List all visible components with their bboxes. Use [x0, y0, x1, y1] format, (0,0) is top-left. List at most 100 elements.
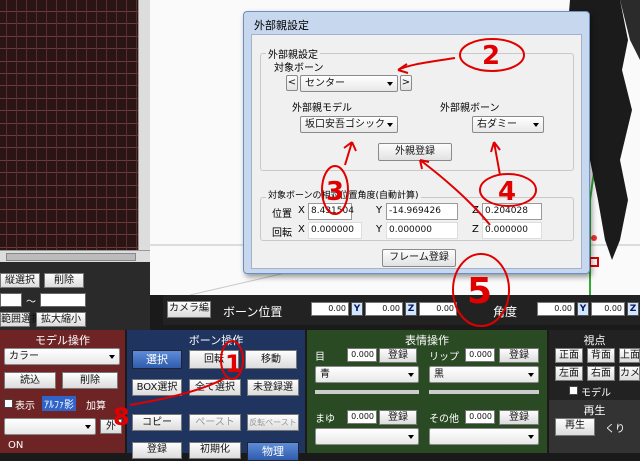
timeline-row[interactable]	[0, 112, 138, 124]
select-all-button[interactable]: 全て選択	[189, 379, 241, 396]
vertical-select-button[interactable]: 縦選択	[0, 273, 40, 288]
timeline-row[interactable]	[0, 12, 138, 25]
expand-shrink-button[interactable]: 拡大縮小	[36, 312, 86, 327]
pos-y-field[interactable]: -14.969426	[386, 203, 458, 220]
display-label: 表示	[15, 401, 35, 412]
parent-model-dropdown[interactable]: 坂口安吾ゴシック	[300, 116, 398, 133]
camera-view-button[interactable]: カメ	[619, 366, 640, 381]
timeline-row[interactable]	[0, 25, 138, 37]
eyebrow-value[interactable]: 0.000	[347, 410, 377, 424]
range-end-input[interactable]	[40, 293, 86, 307]
timeline-row[interactable]	[0, 74, 138, 87]
model-operation-panel: モデル操作 カラー 読込 削除 表示 ｱﾙﾌｧ影 加算 外 ON	[0, 330, 125, 453]
right-view-button[interactable]: 右面	[587, 366, 615, 381]
alpha-shadow-toggle[interactable]: ｱﾙﾌｧ影	[42, 396, 76, 411]
outer-parent-button[interactable]: 外	[100, 419, 122, 434]
timeline-row[interactable]	[0, 87, 138, 99]
dialog-titlebar[interactable]: 外部親設定	[244, 12, 589, 34]
register-outer-parent-button[interactable]: 外親登録	[378, 143, 452, 161]
lip-register-button[interactable]: 登録	[499, 348, 539, 363]
angle-x-value[interactable]: 0.00	[537, 302, 575, 316]
timeline-row[interactable]	[0, 149, 138, 161]
load-button[interactable]: 読込	[4, 372, 56, 389]
range-select-button[interactable]: 範囲選択	[0, 312, 41, 327]
copy-button[interactable]: コピー	[132, 414, 182, 431]
outer-parent-dropdown[interactable]	[4, 418, 96, 435]
box-select-button[interactable]: BOX選択	[132, 379, 182, 396]
next-bone-button[interactable]: >	[400, 75, 412, 91]
back-view-button[interactable]: 背面	[587, 348, 615, 363]
timeline-row[interactable]	[0, 37, 138, 50]
rot-x-field[interactable]: 0.000000	[308, 222, 362, 239]
range-start-input[interactable]	[0, 293, 22, 307]
model-delete-button[interactable]: 削除	[62, 372, 118, 389]
timeline-row[interactable]	[0, 62, 138, 74]
pos-z-value[interactable]: 0.00	[419, 302, 457, 316]
timeline-row[interactable]	[0, 0, 138, 12]
on-radio-label[interactable]: ON	[8, 440, 23, 451]
lip-slider[interactable]	[429, 390, 539, 394]
eyebrow-register-button[interactable]: 登録	[379, 410, 417, 425]
angle-y-value[interactable]: 0.00	[591, 302, 625, 316]
other-register-button[interactable]: 登録	[499, 410, 539, 425]
timeline-row[interactable]	[0, 186, 138, 198]
bone-register-button[interactable]: 登録	[132, 442, 182, 459]
move-button[interactable]: 移動	[245, 350, 297, 369]
display-checkbox[interactable]	[4, 399, 13, 408]
scroll-thumb[interactable]	[6, 253, 136, 261]
rot-y-field[interactable]: 0.000000	[386, 222, 458, 239]
angle-label: 角度	[493, 305, 518, 319]
paste-button[interactable]: ペースト	[189, 414, 241, 431]
rot-z-field[interactable]: 0.000000	[482, 222, 542, 239]
pos-z-field[interactable]: 0.204028	[482, 203, 542, 220]
chevron-down-icon	[528, 435, 534, 439]
timeline-row[interactable]	[0, 223, 138, 236]
pos-x-value[interactable]: 0.00	[311, 302, 349, 316]
rotate-button[interactable]: 回転	[189, 350, 239, 369]
timeline-row[interactable]	[0, 211, 138, 223]
left-view-button[interactable]: 左面	[555, 366, 583, 381]
eye-register-button[interactable]: 登録	[379, 348, 417, 363]
unregistered-select-button[interactable]: 未登録選	[247, 379, 299, 396]
facial-operation-panel: 表情操作 目 0.000 登録 リップ 0.000 登録 青 黒 まゆ 0.00…	[307, 330, 547, 453]
timeline-row[interactable]	[0, 124, 138, 136]
physics-button[interactable]: 物理	[247, 442, 299, 461]
camera-edit-tab[interactable]: カメラ編	[167, 301, 211, 318]
init-button[interactable]: 初期化	[189, 442, 241, 459]
repeat-label[interactable]: くり	[605, 420, 625, 435]
eye-slider[interactable]	[315, 390, 419, 394]
eye-morph-dropdown[interactable]: 青	[315, 366, 419, 383]
eye-value[interactable]: 0.000	[347, 348, 377, 362]
front-view-button[interactable]: 正面	[555, 348, 583, 363]
other-morph-dropdown[interactable]	[429, 428, 539, 445]
model-view-checkbox[interactable]	[569, 386, 578, 395]
lip-morph-dropdown[interactable]: 黒	[429, 366, 539, 383]
timeline-row[interactable]	[0, 198, 138, 211]
top-view-button[interactable]: 上面	[619, 348, 640, 363]
timeline-horizontal-scrollbar[interactable]	[0, 250, 150, 262]
pos-y-value[interactable]: 0.00	[365, 302, 403, 316]
reverse-paste-button[interactable]: 反転ペースト	[247, 414, 299, 431]
select-button[interactable]: 選択	[132, 350, 182, 369]
pos-x-field[interactable]: 8.431504	[308, 203, 354, 220]
timeline-grid[interactable]	[0, 0, 150, 262]
timeline-row[interactable]	[0, 99, 138, 112]
frame-register-button[interactable]: フレーム登録	[382, 249, 456, 267]
relative-group-title: 対象ボーンの相対位置角度(自動計算)	[266, 188, 421, 201]
parent-bone-dropdown[interactable]: 右ダミー	[472, 116, 544, 133]
timeline-vertical-scrollbar[interactable]	[138, 0, 150, 250]
other-value[interactable]: 0.000	[465, 410, 495, 424]
timeline-row[interactable]	[0, 174, 138, 186]
eyebrow-morph-dropdown[interactable]	[315, 428, 419, 445]
lip-value[interactable]: 0.000	[465, 348, 495, 362]
prev-bone-button[interactable]: <	[286, 75, 298, 91]
timeline-row[interactable]	[0, 236, 138, 248]
play-button[interactable]: 再生	[555, 418, 595, 436]
timeline-row[interactable]	[0, 161, 138, 174]
delete-button[interactable]: 削除	[44, 273, 84, 288]
timeline-row[interactable]	[0, 50, 138, 62]
pos-z-axis: Z	[470, 205, 481, 216]
target-bone-dropdown[interactable]: センター	[300, 75, 398, 92]
model-dropdown[interactable]: カラー	[4, 348, 120, 365]
timeline-row[interactable]	[0, 136, 138, 149]
